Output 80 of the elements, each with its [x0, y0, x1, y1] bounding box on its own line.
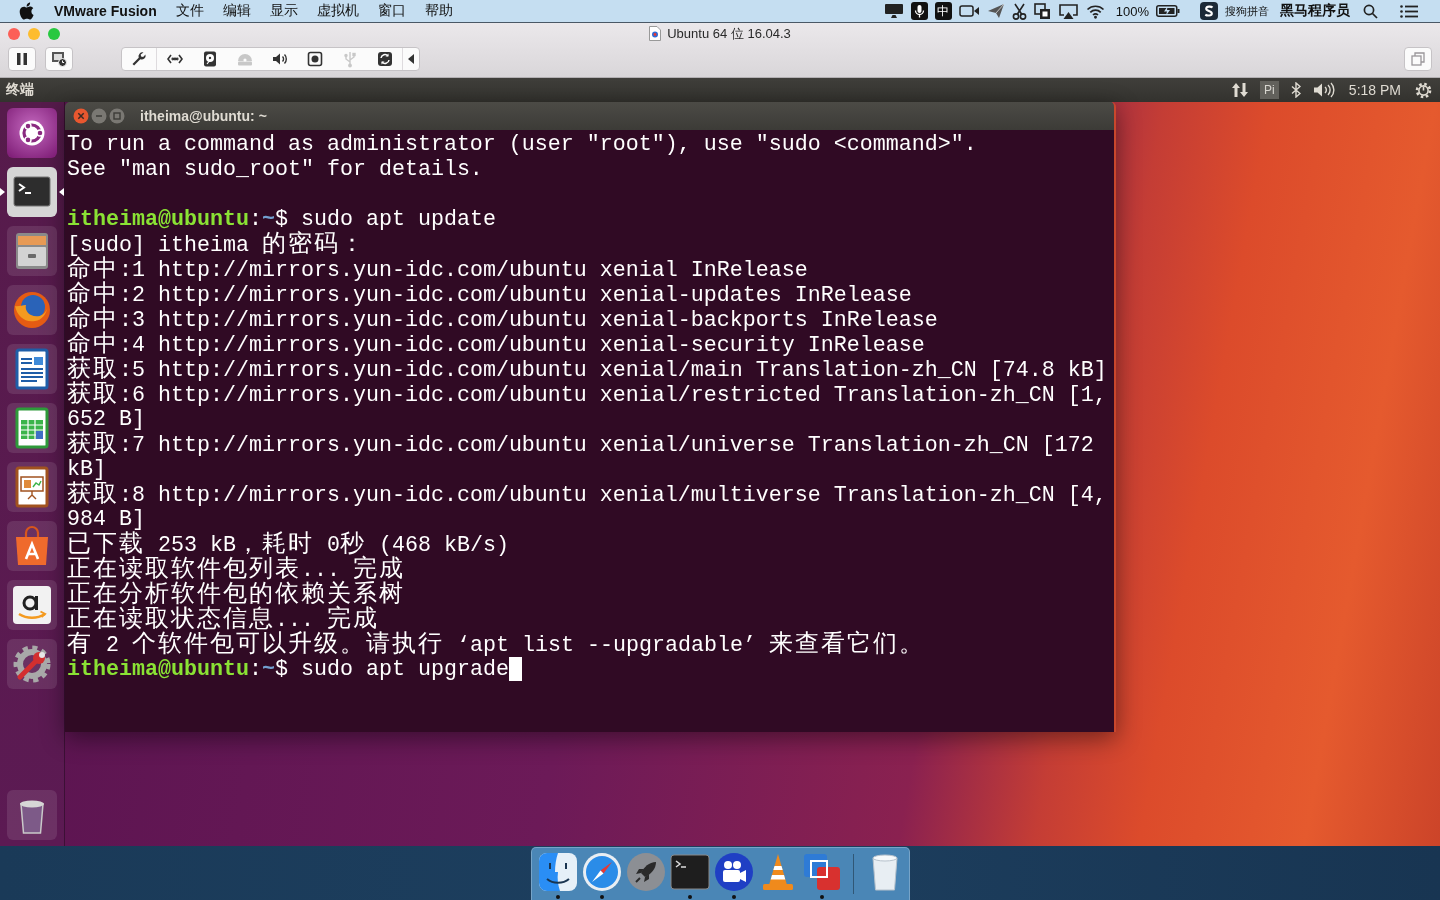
output-line: To run a command as administrator (user "root"), use "sudo <command>".	[67, 132, 977, 157]
output-line: 获取:8 http://mirrors.yun-idc.com/ubuntu xenial/multiverse Translation-zh_CN [4,	[67, 482, 1107, 507]
menu-item[interactable]: 显示	[269, 2, 298, 20]
volume-icon[interactable]	[1312, 82, 1335, 98]
menu-item[interactable]: 虚拟机	[316, 2, 359, 20]
video-camera-icon[interactable]	[713, 852, 754, 892]
airplay-icon[interactable]	[1057, 2, 1079, 20]
s-logo-icon[interactable]	[1200, 2, 1218, 20]
output-line: [sudo] itheima 的密码：	[67, 232, 366, 257]
search-icon[interactable]	[1363, 3, 1378, 19]
ring-logo-icon[interactable]	[7, 108, 57, 158]
wrench-icon	[130, 50, 148, 68]
scissors-icon[interactable]	[1011, 2, 1027, 20]
battery-charging-icon[interactable]	[1156, 5, 1180, 17]
menu-item[interactable]: 文件	[175, 2, 204, 20]
battery-percentage[interactable]: 100%	[1115, 3, 1149, 19]
prompt-line: itheima@ubuntu:~$ sudo apt update	[67, 207, 496, 232]
output-line: kB]	[67, 457, 106, 482]
text-document-icon[interactable]	[7, 344, 57, 394]
window-title: itheima@ubuntu: ~	[140, 108, 267, 124]
output-line: See "man sudo_root" for details.	[67, 157, 483, 182]
fox-globe-icon[interactable]	[7, 285, 57, 335]
maximize-icon[interactable]	[109, 108, 125, 124]
camera-icon	[305, 50, 324, 68]
shopping-bag-icon[interactable]	[7, 521, 57, 571]
up-down-arrows-icon[interactable]	[1231, 82, 1248, 98]
input-method-name[interactable]: 搜狗拼音	[1225, 3, 1269, 19]
output-line: 命中:2 http://mirrors.yun-idc.com/ubuntu xenial-updates InRelease	[67, 282, 912, 307]
menu-item[interactable]: 编辑	[222, 2, 251, 20]
video-camera-icon[interactable]	[958, 4, 980, 18]
user-name[interactable]: 黑马程序员	[1280, 2, 1350, 20]
gear-wrench-icon[interactable]	[7, 639, 57, 689]
presentation-icon[interactable]	[7, 462, 57, 512]
clock[interactable]: 5:18 PM	[1348, 82, 1401, 98]
output-line: 652 B]	[67, 407, 145, 432]
paper-plane-icon[interactable]	[986, 3, 1005, 19]
a-smile-logo-icon[interactable]	[7, 580, 57, 630]
pause-button[interactable]	[8, 47, 36, 71]
caret-left-icon	[408, 54, 414, 64]
monitor-icon[interactable]	[883, 3, 904, 19]
output-line: 获取:6 http://mirrors.yun-idc.com/ubuntu xenial/restricted Translation-zh_CN [1,	[67, 382, 1107, 407]
compass-icon[interactable]	[581, 852, 622, 892]
output-line: 获取:7 http://mirrors.yun-idc.com/ubuntu xenial/universe Translation-zh_CN [172	[67, 432, 1094, 457]
trash-icon[interactable]	[7, 790, 57, 840]
spreadsheet-icon[interactable]	[7, 403, 57, 453]
list-icon[interactable]	[1400, 4, 1418, 18]
output-line: 获取:5 http://mirrors.yun-idc.com/ubuntu xenial/main Translation-zh_CN [74.8 kB]	[67, 357, 1107, 382]
microphone-icon[interactable]	[910, 2, 928, 20]
monitor-clock-icon	[51, 51, 67, 67]
overlapping-squares-icon	[1411, 52, 1425, 66]
wifi-icon[interactable]	[1085, 3, 1105, 19]
terminal-icon[interactable]	[7, 167, 57, 217]
menu-item[interactable]: 窗口	[377, 2, 406, 20]
input-source-indicator[interactable]: 中	[934, 2, 952, 20]
gear-icon[interactable]	[1415, 81, 1432, 99]
menu-item[interactable]: 帮助	[424, 2, 453, 20]
rocket-icon[interactable]	[625, 852, 666, 892]
output-line: 984 B]	[67, 507, 145, 532]
output-line: 正在分析软件包的依赖关系树	[67, 582, 405, 607]
prompt-line: itheima@ubuntu:~$ sudo apt upgrade	[67, 657, 509, 682]
bluetooth-icon[interactable]	[1290, 82, 1301, 98]
sync-icon	[375, 50, 394, 68]
file-cabinet-icon[interactable]	[7, 226, 57, 276]
output-line: 正在读取软件包列表... 完成	[67, 557, 405, 582]
output-line: 命中:1 http://mirrors.yun-idc.com/ubuntu xenial InRelease	[67, 257, 808, 282]
output-line: 命中:3 http://mirrors.yun-idc.com/ubuntu xenial-backports InRelease	[67, 307, 938, 332]
snapshot-button[interactable]	[45, 47, 73, 71]
output-line: 命中:4 http://mirrors.yun-idc.com/ubuntu xenial-security InRelease	[67, 332, 925, 357]
app-menu[interactable]: VMware Fusion	[54, 3, 157, 19]
close-icon[interactable]	[73, 108, 89, 124]
terminal-icon[interactable]	[669, 852, 710, 892]
window-title: Ubuntu 64 位 16.04.3	[667, 24, 791, 43]
input-method-indicator[interactable]: Pi	[1259, 81, 1279, 99]
overlapping-squares-icon[interactable]	[1033, 2, 1051, 20]
minimize-icon[interactable]	[91, 108, 107, 124]
document-icon	[649, 26, 662, 41]
smiling-face-icon[interactable]	[537, 852, 578, 892]
app-title: 终端	[6, 81, 34, 99]
apple-logo-icon[interactable]	[19, 2, 34, 20]
pause-icon	[16, 52, 28, 66]
